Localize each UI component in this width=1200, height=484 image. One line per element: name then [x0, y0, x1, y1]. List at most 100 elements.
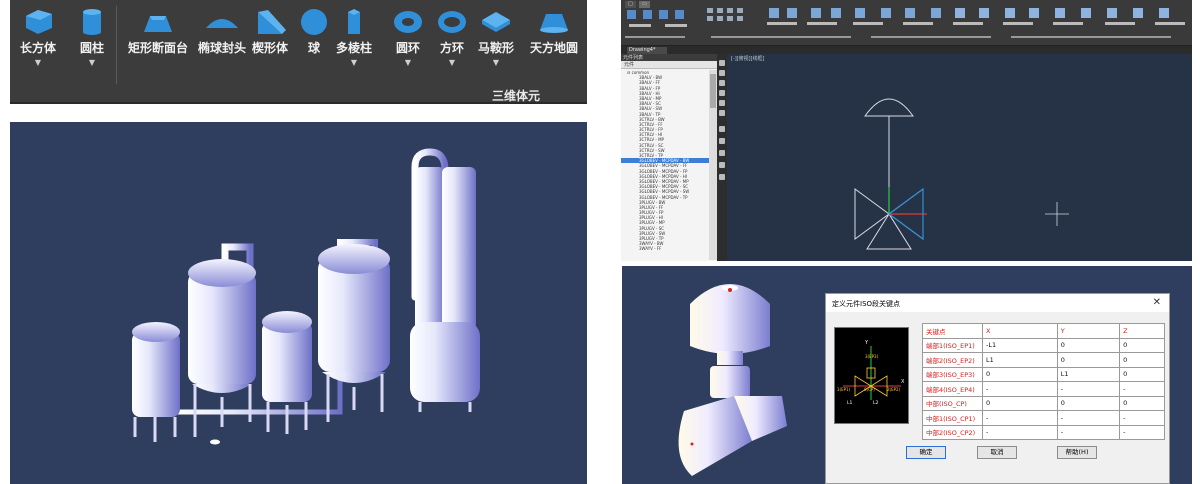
- chevron-down-icon[interactable]: ▼: [449, 58, 455, 67]
- table-row: 中部(ISO_CP) 0 0 0: [922, 395, 1165, 411]
- elliptical-head-icon: [206, 19, 238, 28]
- preview-y-label: Y: [864, 340, 869, 346]
- coordinate-cell[interactable]: -: [1056, 410, 1121, 426]
- ribbon-tool-button[interactable]: 楔形体: [252, 6, 288, 56]
- plant-model-drawing: [132, 148, 480, 445]
- ok-button[interactable]: 确定: [906, 446, 946, 459]
- plant-3d-viewport[interactable]: [10, 122, 587, 484]
- keypoint-name-cell: 端部4(ISO_EP4): [922, 381, 983, 397]
- nav-icon[interactable]: [719, 70, 725, 76]
- coordinate-cell[interactable]: 0: [1056, 395, 1121, 411]
- tree-scrollbar[interactable]: [709, 70, 717, 260]
- coordinate-cell[interactable]: -: [1056, 424, 1121, 440]
- ribbon-tool-button[interactable]: 方环 ▼: [434, 6, 470, 67]
- cuboid-icon: [26, 10, 52, 34]
- ribbon-panel: 长方体 ▼ 圆柱 ▼ 矩形断面台 椭球封头 楔形体 球 多棱柱 ▼ 圆环 ▼ 方环 ▼ 马鞍形 ▼ 天方地圆 三…: [10, 0, 587, 104]
- coordinate-cell[interactable]: L1: [1056, 366, 1121, 382]
- cancel-button[interactable]: 取消: [977, 446, 1017, 459]
- component-tree[interactable]: ⊟ common 3BALV - BW 3BALV - FF 3BALV - FP 3B…: [621, 70, 709, 260]
- coordinate-cell[interactable]: -L1: [982, 337, 1058, 353]
- chevron-down-icon[interactable]: ▼: [405, 58, 411, 67]
- ribbon-tool-button[interactable]: 长方体 ▼: [20, 6, 56, 67]
- valve-3d-model: [678, 284, 787, 476]
- table-row: 端部1(ISO_EP1) -L1 0 0: [922, 337, 1165, 353]
- ribbon-tool-label: 球: [307, 41, 320, 55]
- distillation-column: [410, 167, 480, 412]
- nav-icon[interactable]: [719, 150, 725, 156]
- preview-l2: L2: [873, 400, 879, 406]
- coordinate-cell[interactable]: 0: [1056, 352, 1121, 368]
- tree-header[interactable]: 元件: [621, 61, 717, 69]
- nav-icon[interactable]: [719, 80, 725, 86]
- coordinate-cell[interactable]: -: [982, 424, 1058, 440]
- coordinate-cell[interactable]: 0: [1119, 366, 1165, 382]
- chevron-down-icon[interactable]: ▼: [351, 58, 357, 67]
- chevron-down-icon[interactable]: ▼: [89, 58, 95, 67]
- keypoint-name-cell: 中部2(ISO_CP2): [922, 424, 983, 440]
- nav-icon[interactable]: [719, 100, 725, 106]
- ribbon-tool-button[interactable]: 马鞍形 ▼: [478, 6, 514, 67]
- dialog-title: 定义元件ISO段关键点: [832, 300, 901, 308]
- coordinate-cell[interactable]: 0: [1119, 395, 1165, 411]
- table-header-row: 关键点 X Y Z: [922, 323, 1165, 339]
- coordinate-cell[interactable]: 0: [982, 366, 1058, 382]
- sphere-icon: [301, 9, 327, 35]
- coordinate-cell[interactable]: -: [1119, 410, 1165, 426]
- nav-icon[interactable]: [719, 90, 725, 96]
- coordinate-cell[interactable]: -: [982, 381, 1058, 397]
- nav-icon[interactable]: [719, 60, 725, 66]
- coordinate-cell[interactable]: -: [1119, 424, 1165, 440]
- coordinate-cell[interactable]: 0: [1119, 352, 1165, 368]
- cad-window: □ ▭ Drawing4* 元件列表 元件 ⊟ common 3BALV - BW…: [621, 0, 1192, 261]
- table-header-cell: 关键点: [922, 323, 983, 339]
- tank-1: [132, 322, 180, 442]
- cad-drawing-canvas[interactable]: [-][俯视][线框]: [727, 54, 1192, 261]
- coordinate-cell[interactable]: -: [982, 410, 1058, 426]
- coordinate-cell[interactable]: -: [1119, 381, 1165, 397]
- coordinate-cell[interactable]: -: [1056, 381, 1121, 397]
- ribbon-tool-button[interactable]: 圆环 ▼: [390, 6, 426, 67]
- component-sidebar: 元件列表 元件 ⊟ common 3BALV - BW 3BALV - FF 3BAL…: [621, 54, 717, 261]
- table-row: 中部2(ISO_CP2) - - -: [922, 424, 1165, 440]
- tank-3: [262, 311, 312, 434]
- torus-icon: [394, 11, 422, 33]
- chevron-down-icon[interactable]: ▼: [35, 58, 41, 67]
- keypoint-name-cell: 端部2(ISO_EP2): [922, 352, 983, 368]
- ribbon-group-title: 三维体元: [492, 89, 541, 103]
- ribbon-tool-button[interactable]: 天方地圆: [530, 6, 578, 56]
- ribbon-tool-button[interactable]: 多棱柱 ▼: [336, 6, 372, 67]
- scrollbar-thumb[interactable]: [710, 74, 716, 108]
- ribbon-tool-button[interactable]: 矩形断面台: [128, 6, 188, 56]
- ribbon-tool-label: 马鞍形: [478, 41, 515, 55]
- coordinate-cell[interactable]: L1: [982, 352, 1058, 368]
- iso-preview: Y X 3(EP3) 1(EP1) 2(EP2) 0(CP) L1 L2: [834, 327, 909, 424]
- help-button[interactable]: 帮助(H): [1057, 446, 1097, 459]
- coordinate-cell[interactable]: 0: [1119, 337, 1165, 353]
- coordinate-cell[interactable]: 0: [982, 395, 1058, 411]
- tree-item[interactable]: 3WAYV - FF: [621, 246, 709, 251]
- nav-icon[interactable]: [719, 174, 725, 180]
- ribbon-tool-label: 方环: [439, 41, 464, 55]
- iso-keypoint-dialog: 定义元件ISO段关键点 ✕ Y X 3(EP3) 1(EP1) 2(EP2) 0…: [825, 293, 1170, 484]
- nav-icon[interactable]: [719, 138, 725, 144]
- table-row: 端部4(ISO_EP4) - - -: [922, 381, 1165, 397]
- nav-icon[interactable]: [719, 162, 725, 168]
- table-header-cell: Z: [1119, 323, 1165, 339]
- chevron-down-icon[interactable]: ▼: [493, 58, 499, 67]
- tank-4: [318, 244, 390, 422]
- keypoint-table: 关键点 X Y Z 端部1(ISO_EP1) -L1 0 0 端部2(ISO_EP2) L1 0 0…: [922, 323, 1165, 440]
- document-tab[interactable]: Drawing4*: [627, 47, 667, 54]
- nav-icon[interactable]: [719, 110, 725, 116]
- preview-ep3: 3(EP3): [865, 354, 879, 359]
- cad-ribbon-icons[interactable]: [621, 2, 1192, 46]
- coordinate-cell[interactable]: 0: [1056, 337, 1121, 353]
- dialog-titlebar: 定义元件ISO段关键点 ✕: [826, 294, 1169, 312]
- document-tab-bar: Drawing4*: [621, 46, 1192, 54]
- ribbon-tool-button[interactable]: 球: [296, 6, 332, 56]
- nav-icon[interactable]: [719, 126, 725, 132]
- ribbon-tool-button[interactable]: 圆柱 ▼: [74, 6, 110, 67]
- close-icon[interactable]: ✕: [1153, 297, 1161, 308]
- ribbon-tool-button[interactable]: 椭球封头: [198, 6, 246, 56]
- ribbon-tool-label: 长方体: [20, 41, 57, 55]
- iso-definition-panel: 定义元件ISO段关键点 ✕ Y X 3(EP3) 1(EP1) 2(EP2) 0…: [622, 266, 1192, 484]
